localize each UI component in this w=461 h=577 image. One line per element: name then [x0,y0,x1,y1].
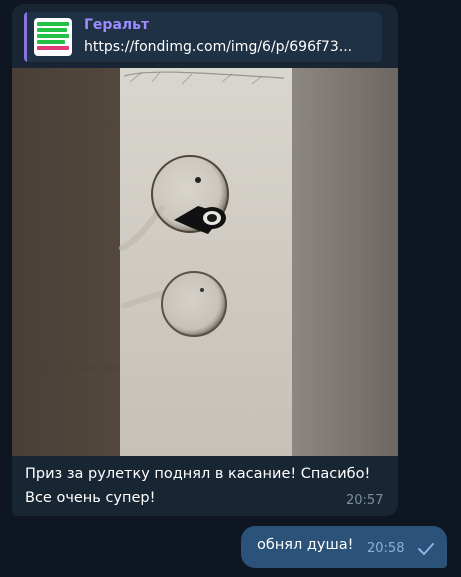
incoming-message-time: 20:57 [346,493,384,508]
message-caption: Приз за рулетку поднял в касание! Спасиб… [25,462,385,510]
reply-thumbnail [34,18,72,56]
photo-image [12,68,398,456]
reply-link-url[interactable]: https://fondimg.com/img/6/p/696f73... [84,39,379,55]
reply-accent-bar [24,12,27,62]
outgoing-message-time: 20:58 [367,541,405,556]
outgoing-message-text: обнял душа! [257,537,354,553]
caption-line-1: Приз за рулетку поднял в касание! Спасиб… [25,466,371,482]
message-photo[interactable] [12,68,398,456]
reply-sender-name: Геральт [84,17,150,33]
caption-line-2: Все очень супер! [25,490,156,506]
outgoing-message-bubble[interactable]: обнял душа! 20:58 [241,526,447,568]
single-check-icon [418,543,434,555]
reply-preview[interactable]: Геральт https://fondimg.com/img/6/p/696f… [24,12,382,62]
